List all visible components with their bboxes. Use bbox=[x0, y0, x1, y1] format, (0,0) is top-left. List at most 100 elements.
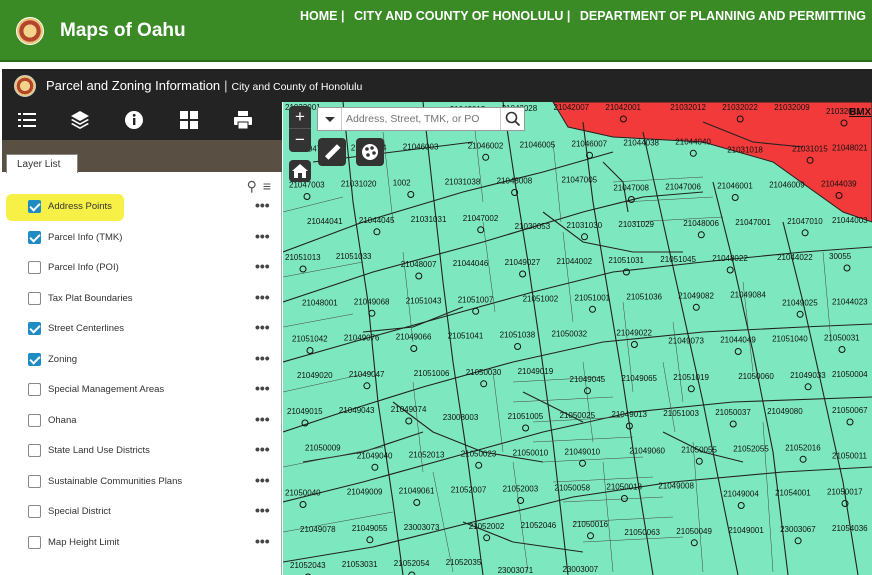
layer-checkbox[interactable] bbox=[28, 322, 41, 335]
layer-checkbox[interactable] bbox=[28, 383, 41, 396]
address-point[interactable] bbox=[581, 233, 588, 241]
layer-checkbox[interactable] bbox=[28, 261, 41, 274]
nav-dpp-link[interactable]: DEPARTMENT OF PLANNING AND PERMITTING bbox=[580, 9, 866, 23]
address-point[interactable] bbox=[692, 303, 700, 311]
home-button[interactable] bbox=[289, 160, 311, 182]
address-point[interactable] bbox=[299, 265, 307, 273]
layer-checkbox[interactable] bbox=[28, 444, 41, 457]
measure-button[interactable] bbox=[318, 138, 346, 166]
address-point[interactable] bbox=[796, 310, 804, 318]
layer-list-button[interactable] bbox=[16, 109, 40, 133]
layer-item-parcel-tmk[interactable]: Parcel Info (TMK) ••• bbox=[2, 227, 280, 249]
address-point[interactable] bbox=[620, 495, 628, 502]
address-point[interactable] bbox=[299, 501, 307, 508]
layer-checkbox[interactable] bbox=[28, 505, 41, 518]
layer-item-special-management[interactable]: Special Management Areas ••• bbox=[2, 379, 280, 401]
address-point[interactable] bbox=[480, 380, 488, 388]
map-view[interactable]: BMX 21042007 21042001 21032012 21032022 … bbox=[283, 102, 872, 575]
address-point[interactable] bbox=[726, 266, 734, 274]
address-point[interactable] bbox=[519, 270, 527, 278]
address-point[interactable] bbox=[475, 461, 483, 469]
nav-city-link[interactable]: CITY AND COUNTY OF HONOLULU | bbox=[354, 9, 570, 23]
layer-item-map-height-limit[interactable]: Map Height Limit ••• bbox=[2, 532, 280, 554]
address-point[interactable] bbox=[794, 537, 802, 545]
address-point[interactable] bbox=[368, 309, 376, 317]
layer-item-ohana[interactable]: Ohana ••• bbox=[2, 410, 280, 432]
more-options-icon[interactable]: ••• bbox=[255, 380, 270, 396]
print-button[interactable] bbox=[232, 109, 256, 133]
search-input[interactable] bbox=[346, 111, 496, 127]
layer-checkbox[interactable] bbox=[28, 353, 41, 366]
layer-checkbox[interactable] bbox=[28, 292, 41, 305]
address-point[interactable] bbox=[514, 343, 522, 350]
address-point[interactable] bbox=[737, 502, 745, 509]
layer-checkbox[interactable] bbox=[28, 200, 41, 213]
layer-item-zoning[interactable]: Zoning ••• bbox=[2, 349, 280, 371]
address-point[interactable] bbox=[410, 345, 418, 352]
address-point[interactable] bbox=[801, 229, 809, 237]
address-point[interactable] bbox=[695, 457, 703, 465]
layer-item-sustainable-communities[interactable]: Sustainable Communities Plans ••• bbox=[2, 471, 280, 493]
layer-checkbox[interactable] bbox=[28, 414, 41, 427]
more-options-icon[interactable]: ••• bbox=[255, 350, 270, 366]
address-point[interactable] bbox=[415, 272, 423, 280]
address-point[interactable] bbox=[483, 534, 491, 542]
address-point[interactable] bbox=[413, 499, 421, 506]
zoom-out-button[interactable]: − bbox=[289, 129, 311, 152]
more-options-icon[interactable]: ••• bbox=[255, 258, 270, 274]
address-point[interactable] bbox=[630, 341, 638, 348]
address-point[interactable] bbox=[734, 348, 742, 355]
basemap-gallery-button[interactable] bbox=[178, 109, 202, 133]
address-point[interactable] bbox=[584, 387, 591, 395]
address-point[interactable] bbox=[587, 532, 594, 540]
address-point[interactable] bbox=[405, 417, 413, 425]
address-point[interactable] bbox=[843, 264, 851, 272]
layer-checkbox[interactable] bbox=[28, 475, 41, 488]
address-point[interactable] bbox=[303, 193, 311, 200]
address-point[interactable] bbox=[371, 463, 379, 471]
map-canvas[interactable]: BMX 21042007 21042001 21032012 21032022 … bbox=[283, 102, 872, 575]
search-source-dropdown[interactable] bbox=[318, 108, 342, 130]
more-options-icon[interactable]: ••• bbox=[255, 441, 270, 457]
address-point[interactable] bbox=[407, 191, 415, 198]
address-point[interactable] bbox=[373, 228, 381, 236]
address-point[interactable] bbox=[622, 268, 630, 276]
layer-item-address-points[interactable]: Address Points ••• bbox=[2, 196, 280, 218]
more-options-icon[interactable]: ••• bbox=[255, 289, 270, 305]
about-button[interactable] bbox=[123, 109, 147, 133]
more-options-icon[interactable]: ••• bbox=[255, 502, 270, 518]
address-point[interactable] bbox=[804, 383, 812, 391]
address-point[interactable] bbox=[729, 420, 737, 428]
zoom-in-button[interactable]: + bbox=[289, 106, 311, 129]
layer-item-street-centerlines[interactable]: Street Centerlines ••• bbox=[2, 318, 280, 340]
address-point[interactable] bbox=[306, 347, 314, 354]
address-point[interactable] bbox=[477, 226, 485, 234]
nav-home-link[interactable]: HOME | bbox=[300, 9, 344, 23]
search-button[interactable] bbox=[500, 108, 524, 130]
address-point[interactable] bbox=[589, 305, 596, 313]
address-point[interactable] bbox=[690, 539, 698, 547]
address-point[interactable] bbox=[522, 424, 530, 432]
address-point[interactable] bbox=[363, 382, 371, 390]
layer-item-state-land-use[interactable]: State Land Use Districts ••• bbox=[2, 440, 280, 462]
address-point[interactable] bbox=[846, 418, 854, 426]
tab-layer-list[interactable]: Layer List bbox=[6, 154, 78, 173]
address-point[interactable] bbox=[366, 536, 374, 544]
address-point[interactable] bbox=[687, 385, 695, 393]
filter-list-icon[interactable]: ≡ bbox=[263, 178, 271, 194]
address-point[interactable] bbox=[838, 346, 846, 353]
more-options-icon[interactable]: ••• bbox=[255, 228, 270, 244]
address-point[interactable] bbox=[697, 231, 705, 239]
address-point[interactable] bbox=[731, 194, 739, 201]
more-options-icon[interactable]: ••• bbox=[255, 472, 270, 488]
layer-item-special-district[interactable]: Special District ••• bbox=[2, 501, 280, 523]
layer-checkbox[interactable] bbox=[28, 536, 41, 549]
layers-button[interactable] bbox=[69, 109, 93, 133]
address-point[interactable] bbox=[799, 455, 807, 463]
address-point[interactable] bbox=[579, 459, 586, 467]
layer-item-parcel-poi[interactable]: Parcel Info (POI) ••• bbox=[2, 257, 280, 279]
site-title[interactable]: Maps of Oahu bbox=[60, 20, 186, 42]
layer-checkbox[interactable] bbox=[28, 231, 41, 244]
legend-button[interactable] bbox=[356, 138, 384, 166]
layer-item-tax-plat[interactable]: Tax Plat Boundaries ••• bbox=[2, 288, 280, 310]
